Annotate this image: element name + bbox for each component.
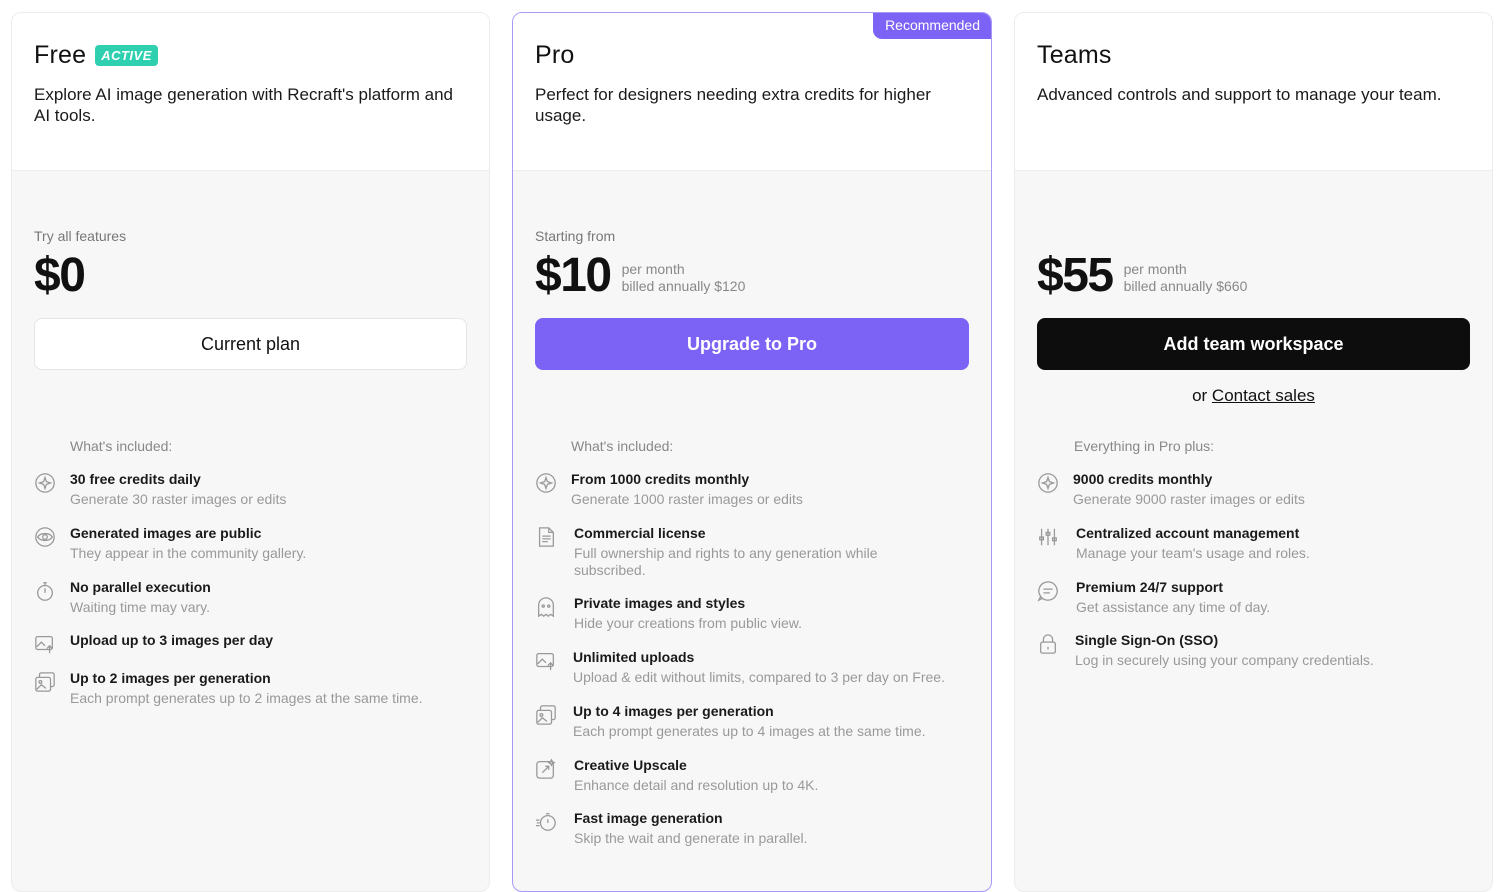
upgrade-to-pro-button[interactable]: Upgrade to Pro [535,318,969,370]
feature-item: Unlimited uploads Upload & edit without l… [535,648,969,686]
price-label: Starting from [535,228,616,244]
feature-item: 30 free credits daily Generate 30 raster … [34,470,467,508]
feature-title: Up to 4 images per generation [573,703,774,719]
feature-item: 9000 credits monthly Generate 9000 raster… [1037,470,1470,508]
feature-item: Fast image generation Skip the wait and g… [535,809,969,847]
billing-period: per month [621,260,685,277]
ghost-icon [535,596,557,618]
plan-name: Teams [1037,41,1112,69]
add-team-workspace-button[interactable]: Add team workspace [1037,318,1470,370]
feature-title: Premium 24/7 support [1076,579,1224,595]
feature-item: Commercial license Full ownership and rig… [535,524,969,579]
feature-subtitle: Each prompt generates up to 4 images at … [573,723,926,739]
feature-title: Fast image generation [574,810,723,826]
feature-title: Unlimited uploads [573,649,695,665]
feature-title: Creative Upscale [574,757,687,773]
feature-subtitle: Hide your creations from public view. [574,615,802,631]
feature-subtitle: Get assistance any time of day. [1076,599,1271,615]
images-icon [34,671,56,693]
price-label [1037,228,1470,244]
plan-name: Pro [535,41,575,69]
plan-header: Teams Advanced controls and support to m… [1015,13,1492,171]
feature-item: Upload up to 3 images per day [34,631,467,655]
feature-item: Centralized account management Manage you… [1037,524,1470,562]
lock-icon [1037,633,1059,655]
feature-subtitle: Skip the wait and generate in parallel. [574,830,808,846]
feature-title: Single Sign-On (SSO) [1075,632,1219,648]
feature-title: Generated images are public [70,525,262,541]
images-icon [535,704,557,726]
contact-prefix: or [1192,386,1208,405]
included-label: What's included: [70,438,173,454]
billing-period: per month [1123,260,1187,277]
upload-image-icon [535,650,557,672]
feature-subtitle: Waiting time may vary. [70,599,211,615]
feature-subtitle: Log in securely using your company crede… [1075,652,1374,668]
feature-title: Commercial license [574,525,706,541]
upload-image-icon [34,633,56,655]
feature-item: Generated images are public They appear i… [34,524,467,562]
eye-icon [34,526,56,548]
feature-subtitle: Generate 9000 raster images or edits [1073,491,1305,507]
plan-header: Free ACTIVE Explore AI image generation … [12,13,489,171]
feature-item: Up to 4 images per generation Each prompt… [535,702,969,740]
feature-subtitle: Each prompt generates up to 2 images at … [70,690,423,706]
feature-item: From 1000 credits monthly Generate 1000 r… [535,470,969,508]
sparkle-icon [1037,472,1059,494]
feature-item: Up to 2 images per generation Each prompt… [34,669,467,707]
feature-title: From 1000 credits monthly [571,471,750,487]
feature-item: Premium 24/7 support Get assistance any t… [1037,578,1470,616]
upscale-icon [535,758,557,780]
feature-item: Single Sign-On (SSO) Log in securely usin… [1037,631,1470,669]
feature-title: Centralized account management [1076,525,1300,541]
price: $10 [535,249,612,302]
active-badge: ACTIVE [95,45,158,66]
plan-name: Free [34,41,87,69]
contact-sales-link[interactable]: Contact sales [1212,386,1315,405]
feature-item: No parallel execution Waiting time may va… [34,578,467,616]
billing-annual: billed annually $660 [1123,277,1248,294]
fast-timer-icon [535,811,557,833]
plan-card-free: Free ACTIVE Explore AI image generation … [11,12,490,892]
sparkle-icon [34,472,56,494]
chat-icon [1037,580,1059,602]
feature-subtitle: Manage your team's usage and roles. [1076,545,1310,561]
included-label: Everything in Pro plus: [1074,438,1215,454]
document-icon [535,526,557,548]
stopwatch-icon [34,580,56,602]
sparkle-icon [535,472,557,494]
contact-sales-row: or Contact sales [1037,386,1470,406]
feature-title: 9000 credits monthly [1073,471,1213,487]
price: $55 [1037,249,1114,302]
plan-description: Explore AI image generation with Recraft… [34,85,454,125]
feature-title: Upload up to 3 images per day [70,632,274,648]
price-label: Try all features [34,228,127,244]
feature-subtitle: Generate 1000 raster images or edits [571,491,803,507]
plan-description: Perfect for designers needing extra cred… [535,85,931,125]
billing-annual: billed annually $120 [621,277,746,294]
plan-card-teams: Teams Advanced controls and support to m… [1014,12,1493,892]
feature-subtitle: Upload & edit without limits, compared t… [573,669,945,685]
sliders-icon [1037,526,1059,548]
price: $0 [34,249,86,302]
current-plan-button[interactable]: Current plan [34,318,467,370]
plan-card-pro: Recommended Pro Perfect for designers ne… [512,12,992,892]
recommended-badge: Recommended [873,13,991,39]
included-label: What's included: [571,438,674,454]
feature-subtitle: Full ownership and rights to any generat… [574,545,878,578]
feature-subtitle: Generate 30 raster images or edits [70,491,287,507]
feature-title: Private images and styles [574,595,746,611]
feature-title: 30 free credits daily [70,471,201,487]
feature-subtitle: Enhance detail and resolution up to 4K. [574,777,819,793]
plan-description: Advanced controls and support to manage … [1037,85,1442,104]
feature-item: Creative Upscale Enhance detail and resol… [535,756,969,794]
feature-title: Up to 2 images per generation [70,670,271,686]
feature-subtitle: They appear in the community gallery. [70,545,307,561]
feature-title: No parallel execution [70,579,211,595]
feature-item: Private images and styles Hide your creat… [535,594,969,632]
